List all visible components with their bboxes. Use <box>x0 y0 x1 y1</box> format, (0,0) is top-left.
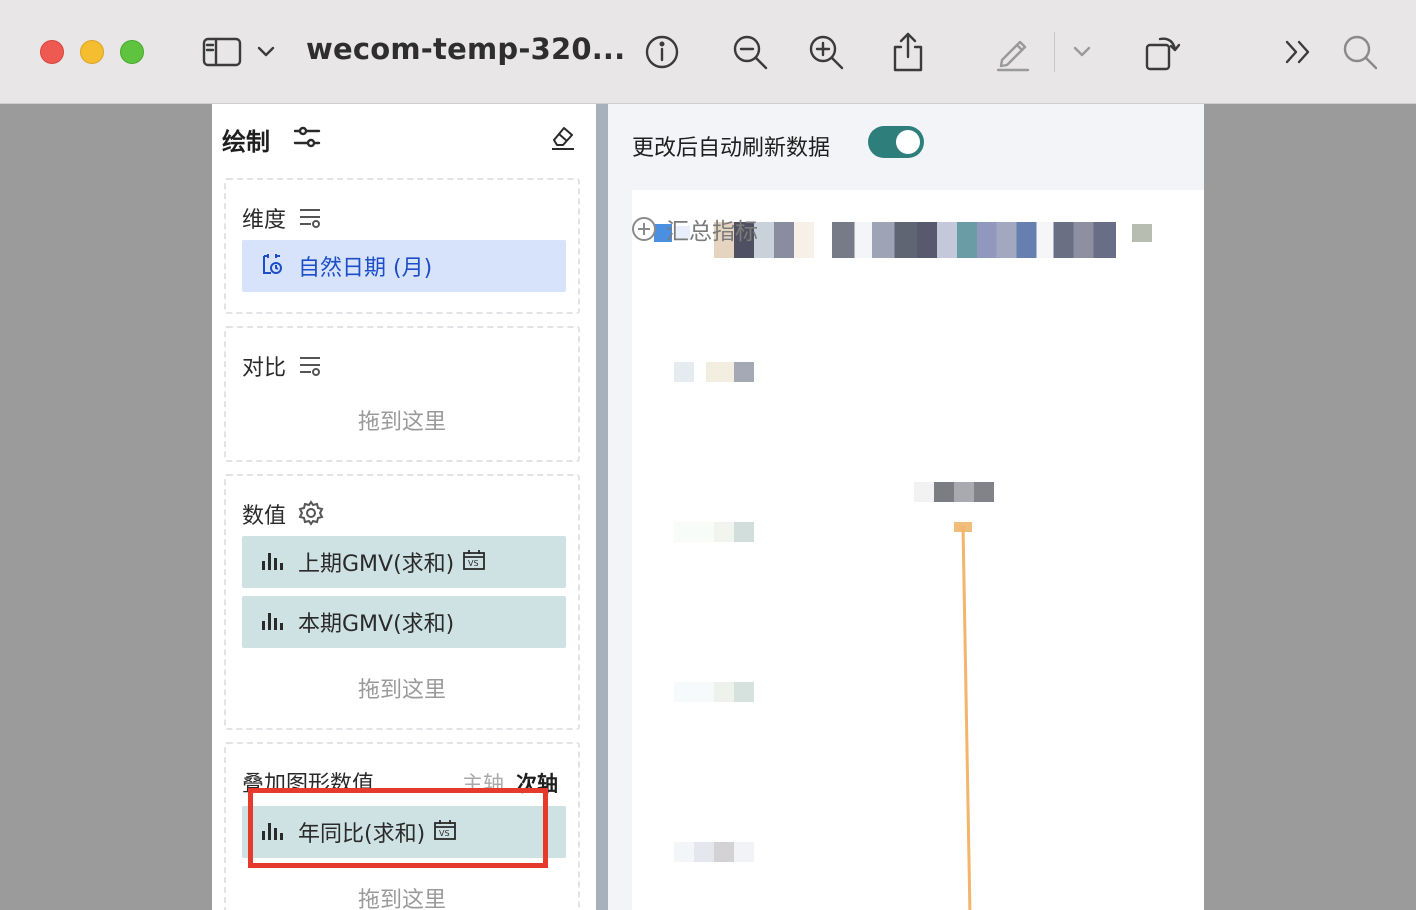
yoy-line <box>961 526 972 910</box>
search-icon[interactable] <box>1336 28 1384 76</box>
dimension-field-label: 自然日期 (月) <box>298 256 433 281</box>
compare-section: 对比 拖到这里 <box>224 326 580 462</box>
value-field-chip-previous-gmv[interactable]: 上期GMV(求和) VS <box>242 536 566 588</box>
axis-primary-option[interactable]: 主轴 <box>462 768 504 798</box>
panel-header: 绘制 <box>222 128 270 156</box>
auto-refresh-toggle[interactable] <box>868 126 924 158</box>
info-icon[interactable] <box>638 28 686 76</box>
overlay-section: 叠加图形数值 主轴 次轴 年同比(求和) VS 拖到这里 <box>224 742 580 910</box>
calendar-clock-icon <box>260 252 284 280</box>
zoom-in-icon[interactable] <box>802 28 850 76</box>
dimension-field-chip[interactable]: 自然日期 (月) <box>242 240 566 292</box>
compare-title: 对比 <box>242 356 287 381</box>
legend-blur <box>1132 224 1152 242</box>
close-window-button[interactable] <box>40 40 64 64</box>
overlay-title: 叠加图形数值 <box>242 772 375 797</box>
bar-chart-icon <box>260 609 284 635</box>
toolbar-separator <box>1054 32 1055 72</box>
panel-divider[interactable] <box>596 104 608 910</box>
bar-chart-icon <box>260 819 284 845</box>
value-field-chip-current-gmv[interactable]: 本期GMV(求和) <box>242 596 566 648</box>
zoom-window-button[interactable] <box>120 40 144 64</box>
chevron-down-icon[interactable] <box>1058 28 1106 76</box>
minimize-window-button[interactable] <box>80 40 104 64</box>
svg-text:VS: VS <box>439 829 450 838</box>
eraser-icon[interactable] <box>548 122 578 156</box>
add-metric-button[interactable]: 汇总指标 <box>632 212 758 246</box>
filter-list-icon[interactable] <box>298 354 322 380</box>
dimension-section: 维度 自然日期 (月) <box>224 178 580 314</box>
filter-list-icon[interactable] <box>298 206 322 232</box>
overlay-field-chip-yoy[interactable]: 年同比(求和) VS <box>242 806 566 858</box>
values-title: 数值 <box>242 504 287 529</box>
add-metric-label: 汇总指标 <box>666 219 758 245</box>
bar-chart-icon <box>260 549 284 575</box>
overlay-field-label: 年同比(求和) <box>298 822 426 847</box>
data-label-blur <box>914 482 994 502</box>
zoom-out-icon[interactable] <box>726 28 774 76</box>
sidebar-icon[interactable] <box>198 28 246 76</box>
more-chevrons-icon[interactable] <box>1274 28 1322 76</box>
toggle-knob <box>896 130 920 154</box>
dimension-title: 维度 <box>242 208 287 233</box>
vs-compare-icon[interactable]: VS <box>462 549 486 575</box>
values-drop-zone[interactable]: 拖到这里 <box>226 672 578 704</box>
add-circle-icon <box>632 217 656 241</box>
legend-blur <box>832 222 1116 258</box>
window-titlebar: wecom-temp-320... <box>0 0 1416 104</box>
chart-preview-panel: 更改后自动刷新数据 汇总指标 <box>608 104 1204 910</box>
axis-secondary-option[interactable]: 次轴 <box>516 768 558 798</box>
y-axis-tick-blur <box>674 362 754 382</box>
y-axis-tick-blur <box>674 842 754 862</box>
y-axis-tick-blur <box>674 522 754 542</box>
settings-sliders-icon[interactable] <box>292 124 322 154</box>
gear-icon[interactable] <box>298 500 324 530</box>
value-field-label: 上期GMV(求和) <box>298 552 455 577</box>
chart-canvas <box>632 190 1204 910</box>
value-field-label: 本期GMV(求和) <box>298 612 455 637</box>
chevron-down-icon[interactable] <box>242 28 290 76</box>
y-axis-tick-blur <box>674 682 754 702</box>
share-icon[interactable] <box>884 28 932 76</box>
markup-pen-icon[interactable] <box>988 28 1036 76</box>
values-section: 数值 上期GMV(求和) VS 本期GMV(求和) 拖到这里 <box>224 474 580 730</box>
auto-refresh-label: 更改后自动刷新数据 <box>632 136 831 161</box>
overlay-drop-zone[interactable]: 拖到这里 <box>226 882 578 910</box>
draw-config-panel: 绘制 维度 自然日期 (月) 对比 拖到这里 数值 上期GMV(求和) VS 本… <box>212 104 596 910</box>
svg-text:VS: VS <box>468 559 479 568</box>
compare-drop-zone[interactable]: 拖到这里 <box>226 404 578 436</box>
rotate-icon[interactable] <box>1138 28 1186 76</box>
vs-compare-icon[interactable]: VS <box>433 819 457 845</box>
document-title: wecom-temp-320... <box>306 32 626 66</box>
